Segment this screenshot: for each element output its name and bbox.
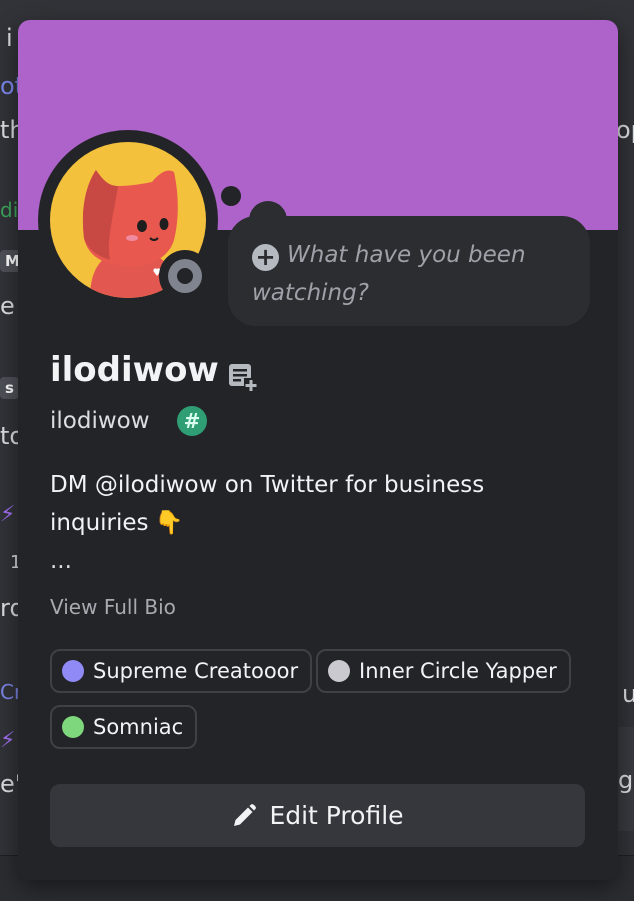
edit-profile-button[interactable]: Edit Profile [50, 784, 585, 847]
hashtag-badge-icon[interactable]: # [177, 406, 207, 436]
role-chip[interactable]: Somniac [50, 705, 198, 749]
custom-status-bubble[interactable]: + What have you been watching? [228, 216, 590, 326]
thought-bubble-dot [221, 186, 241, 206]
role-chip[interactable]: Inner Circle Yapper [316, 649, 571, 693]
role-color-dot [62, 660, 84, 682]
status-indicator [159, 250, 211, 302]
chat-text-fragment: e [0, 292, 15, 320]
user-profile-popout: + What have you been watching? ilodiwow i… [18, 20, 618, 880]
note-add-icon[interactable] [226, 360, 258, 392]
chat-text-fragment: g [618, 766, 634, 794]
chat-text-fragment: ui [622, 680, 634, 708]
role-chip[interactable]: Supreme Creatooor [50, 649, 313, 693]
role-color-dot [62, 716, 84, 738]
edit-profile-label: Edit Profile [269, 801, 404, 830]
status-idle-icon [168, 259, 202, 293]
pointing-down-emoji-icon: 👇 [154, 510, 184, 536]
role-color-dot [328, 660, 350, 682]
bio-ellipsis: ... [50, 548, 72, 574]
username: ilodiwow [50, 408, 150, 434]
chat-text-fragment: di [0, 198, 19, 222]
display-name: ilodiwow [50, 350, 219, 390]
lightning-icon: ⚡ [0, 728, 16, 753]
status-placeholder: What have you been watching? [252, 242, 526, 306]
lightning-icon: ⚡ [0, 502, 16, 527]
chat-text-fragment: op [616, 116, 634, 144]
role-label: Somniac [93, 715, 184, 739]
chat-text-fragment: i [6, 24, 13, 52]
chat-chip: s [0, 377, 19, 399]
bio-text: DM @ilodiwow on Twitter for business inq… [50, 472, 485, 536]
profile-bio: DM @ilodiwow on Twitter for business inq… [50, 466, 570, 542]
plus-circle-icon: + [252, 244, 279, 271]
role-label: Supreme Creatooor [93, 659, 299, 683]
pencil-icon [234, 803, 257, 826]
view-full-bio-link[interactable]: View Full Bio [50, 595, 176, 619]
role-label: Inner Circle Yapper [359, 659, 557, 683]
